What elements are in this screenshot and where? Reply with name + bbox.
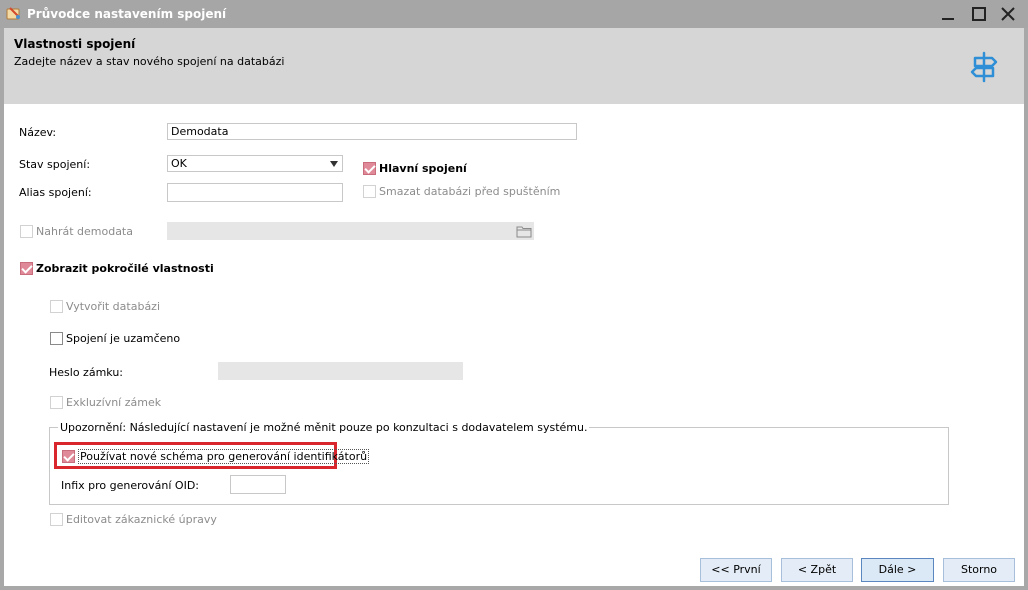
main-connection-label: Hlavní spojení [379, 162, 467, 175]
lock-password-label: Heslo zámku: [49, 366, 123, 379]
page-subtitle: Zadejte název a stav nového spojení na d… [14, 55, 285, 68]
name-input[interactable]: Demodata [167, 123, 577, 140]
demo-path-input[interactable] [167, 222, 534, 240]
load-demo-label: Nahrát demodata [36, 225, 133, 238]
infix-label: Infix pro generování OID: [61, 479, 199, 492]
cancel-button[interactable]: Storno [943, 558, 1015, 582]
back-button[interactable]: < Zpět [781, 558, 853, 582]
load-demo-checkbox[interactable] [20, 225, 33, 238]
edit-custom-label: Editovat zákaznické úpravy [66, 513, 217, 526]
maximize-icon[interactable] [968, 3, 990, 25]
minimize-icon[interactable] [937, 3, 959, 25]
edit-custom-checkbox[interactable] [50, 513, 63, 526]
show-advanced-checkbox[interactable] [20, 262, 33, 275]
exclusive-lock-label: Exkluzívní zámek [66, 396, 162, 409]
signpost-icon [970, 51, 998, 83]
new-schema-label: Používat nové schéma pro generování iden… [78, 449, 370, 464]
first-button[interactable]: << První [700, 558, 772, 582]
state-label: Stav spojení: [19, 158, 91, 171]
chevron-down-icon[interactable] [329, 160, 339, 168]
name-label: Název: [19, 126, 57, 139]
show-advanced-label: Zobrazit pokročilé vlastnosti [36, 262, 214, 275]
alias-label: Alias spojení: [19, 186, 92, 199]
lock-password-input[interactable] [218, 362, 463, 380]
delete-db-checkbox[interactable] [363, 185, 376, 198]
infix-input[interactable] [230, 475, 286, 494]
close-icon[interactable] [997, 3, 1019, 25]
main-connection-checkbox[interactable] [363, 162, 376, 175]
window-title: Průvodce nastavením spojení [27, 7, 227, 21]
folder-icon[interactable] [516, 225, 532, 238]
warning-legend: Upozornění: Následující nastavení je mož… [58, 421, 590, 434]
locked-label: Spojení je uzamčeno [66, 332, 181, 345]
create-db-label: Vytvořit databázi [66, 300, 161, 313]
exclusive-lock-checkbox[interactable] [50, 396, 63, 409]
wizard-app-icon [6, 7, 20, 20]
next-button[interactable]: Dále > [861, 558, 934, 582]
page-title: Vlastnosti spojení [14, 37, 136, 51]
state-select[interactable]: OK [167, 155, 343, 172]
locked-checkbox[interactable] [50, 332, 63, 345]
alias-input[interactable] [167, 183, 343, 202]
create-db-checkbox[interactable] [50, 300, 63, 313]
new-schema-checkbox[interactable] [62, 450, 75, 463]
delete-db-label: Smazat databázi před spuštěním [379, 185, 561, 198]
state-select-value: OK [171, 157, 187, 170]
